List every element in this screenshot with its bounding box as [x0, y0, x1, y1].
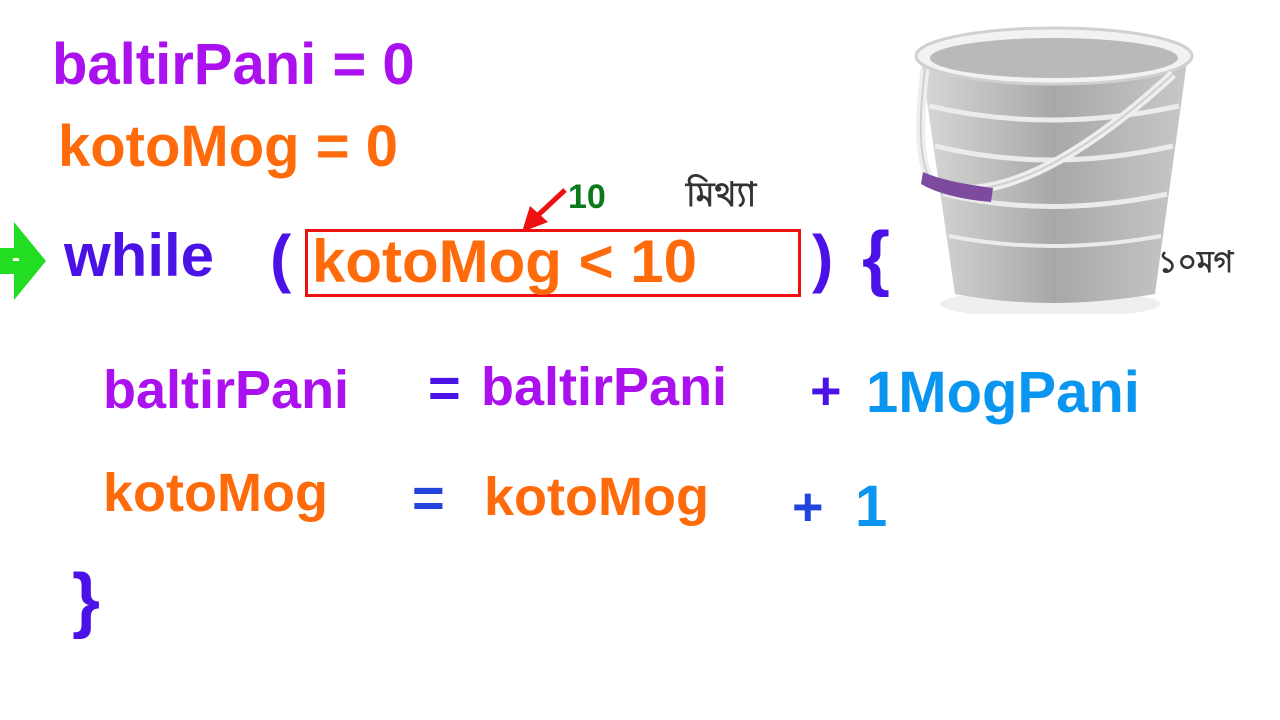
- green-pointer-arrow-icon: [0, 222, 46, 300]
- current-value-label: 10: [568, 178, 606, 216]
- body-mog-addend: 1: [855, 474, 888, 539]
- close-paren: ): [812, 222, 834, 294]
- bucket-icon: [914, 26, 1194, 314]
- body-pani-plus: +: [810, 361, 842, 421]
- open-brace: {: [862, 218, 891, 298]
- close-brace: }: [72, 560, 101, 640]
- body-mog-lhs: kotoMog: [103, 463, 328, 523]
- open-paren: (: [270, 222, 292, 294]
- body-pani-rhs: baltirPani: [481, 357, 728, 417]
- body-pani-lhs: baltirPani: [103, 360, 350, 420]
- body-mog-plus: +: [792, 477, 824, 537]
- body-pani-equals: =: [428, 356, 461, 419]
- body-mog-equals: =: [412, 466, 445, 529]
- init-pani-line: baltirPani = 0: [52, 32, 415, 97]
- bucket-capacity-label: ১০মগ: [1158, 245, 1234, 280]
- while-condition: kotoMog < 10: [312, 228, 698, 295]
- result-label: মিথ্যা: [686, 175, 757, 215]
- body-mog-rhs: kotoMog: [484, 467, 709, 527]
- body-pani-addend: 1MogPani: [866, 360, 1140, 425]
- while-keyword: while: [64, 222, 215, 289]
- init-mog-line: kotoMog = 0: [58, 114, 398, 179]
- pointer-symbol: -: [12, 245, 20, 272]
